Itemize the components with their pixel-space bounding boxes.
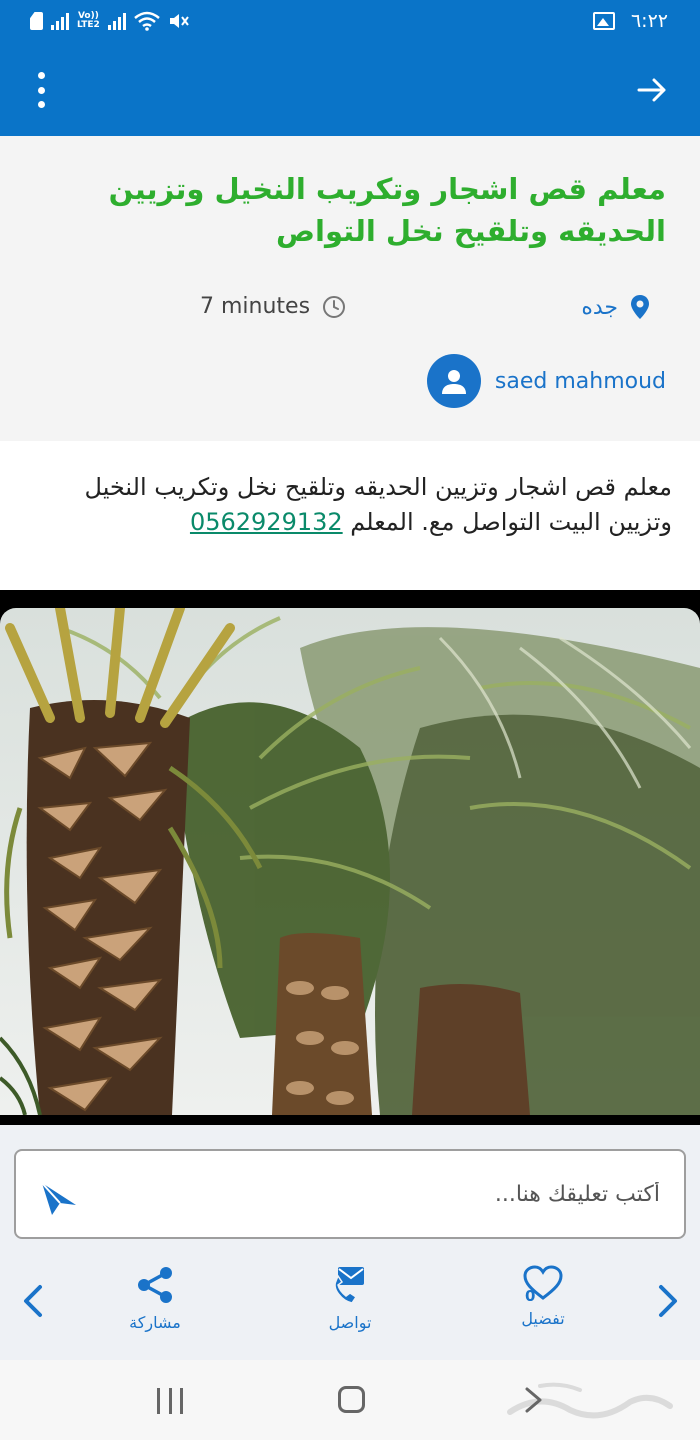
palm-trees-image bbox=[0, 608, 700, 1115]
signal-icon bbox=[51, 12, 69, 30]
overflow-menu-button[interactable] bbox=[32, 70, 50, 110]
status-right: ٦:٢٢ bbox=[592, 8, 668, 34]
author-name: saed mahmoud bbox=[494, 368, 666, 394]
share-icon bbox=[138, 1267, 172, 1303]
mute-icon bbox=[169, 14, 189, 28]
previous-arrow-button[interactable] bbox=[20, 1283, 46, 1319]
network-type: Vo)) LTE2 bbox=[77, 12, 100, 30]
action-bar: مشاركة تواصل 0 تفضيل bbox=[0, 1265, 700, 1345]
wifi-icon bbox=[133, 11, 160, 31]
author[interactable]: saed mahmoud bbox=[426, 354, 666, 408]
location-pin-icon bbox=[631, 295, 649, 319]
clock-icon bbox=[323, 295, 346, 318]
post-time: 7 minutes bbox=[200, 294, 346, 319]
system-back-button[interactable] bbox=[524, 1386, 544, 1414]
bottom-panel: مشاركة تواصل 0 تفضيل bbox=[0, 1125, 700, 1360]
phone-link[interactable]: 0562929132 bbox=[190, 508, 343, 536]
share-button[interactable]: مشاركة bbox=[100, 1265, 210, 1332]
avatar bbox=[426, 354, 481, 408]
share-label: مشاركة bbox=[129, 1313, 181, 1332]
post-title: معلم قص اشجار وتكريب النخيل وتزيين الحدي… bbox=[108, 172, 666, 248]
next-arrow-button[interactable] bbox=[655, 1283, 681, 1319]
signal-2-icon bbox=[107, 12, 126, 30]
comment-input[interactable] bbox=[100, 1173, 660, 1215]
contact-label: تواصل bbox=[328, 1313, 372, 1332]
favorite-button[interactable]: 0 تفضيل bbox=[488, 1265, 598, 1328]
app-bar: Vo)) LTE2 ٦:٢٢ bbox=[0, 0, 700, 136]
lte-label: LTE2 bbox=[77, 20, 100, 30]
home-button[interactable] bbox=[338, 1386, 365, 1413]
post-photo[interactable] bbox=[0, 608, 700, 1115]
phone-mail-icon bbox=[334, 1267, 364, 1304]
time-ago: 7 minutes bbox=[200, 294, 311, 319]
image-notification-icon bbox=[592, 12, 615, 30]
back-arrow-button[interactable] bbox=[636, 74, 668, 106]
recents-button[interactable] bbox=[157, 1388, 183, 1414]
post-header: معلم قص اشجار وتكريب النخيل وتزيين الحدي… bbox=[0, 136, 700, 441]
send-icon[interactable] bbox=[38, 1175, 80, 1217]
status-bar: Vo)) LTE2 ٦:٢٢ bbox=[0, 0, 700, 42]
favorite-label: تفضيل bbox=[521, 1309, 565, 1328]
comment-box bbox=[14, 1149, 686, 1239]
post-description: معلم قص اشجار وتزيين الحديقه وتلقيح نخل … bbox=[27, 470, 672, 540]
photo-container bbox=[0, 590, 700, 1125]
contact-button[interactable]: تواصل bbox=[295, 1265, 405, 1332]
system-navigation-bar bbox=[0, 1360, 700, 1440]
location[interactable]: جده bbox=[581, 294, 650, 320]
description-text: معلم قص اشجار وتزيين الحديقه وتلقيح نخل … bbox=[84, 473, 672, 536]
sim-card-icon bbox=[30, 12, 43, 30]
status-icons: Vo)) LTE2 bbox=[30, 8, 190, 34]
location-label: جده bbox=[581, 294, 618, 320]
user-icon bbox=[441, 370, 466, 394]
clock: ٦:٢٢ bbox=[630, 10, 668, 32]
favorite-count: 0 bbox=[525, 1287, 536, 1305]
